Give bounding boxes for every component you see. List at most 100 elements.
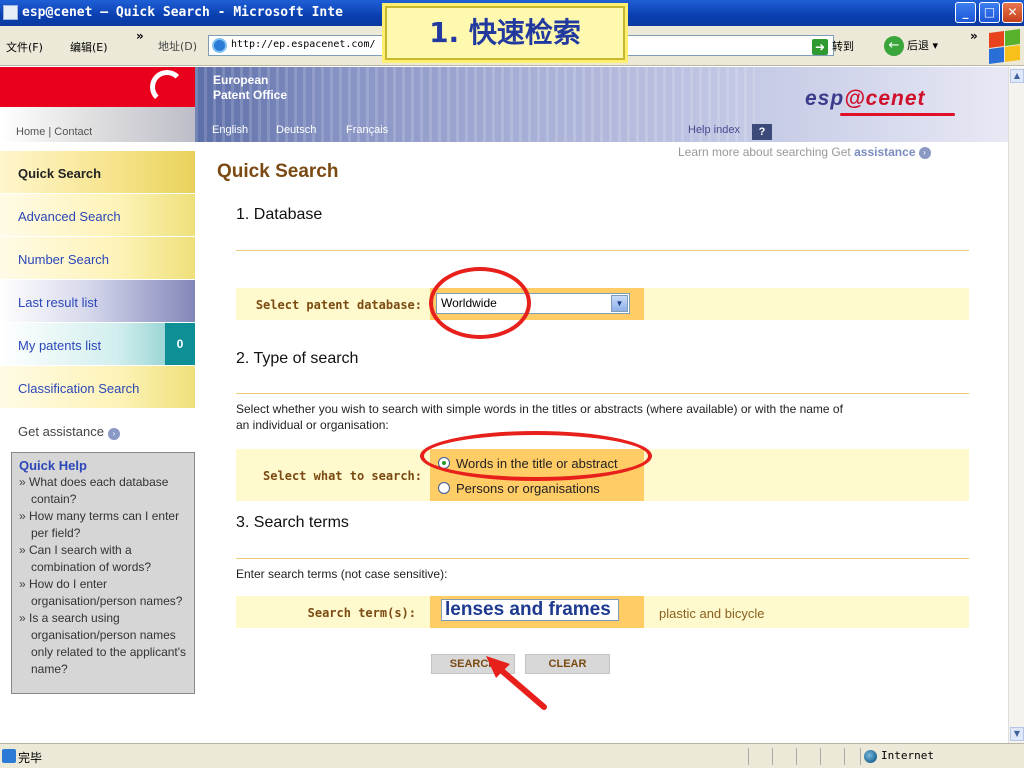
arrow-circle-icon: › [108,428,120,440]
learn-text: Learn more about searching Get [678,145,855,159]
section-divider [236,393,969,394]
address-label: 地址(D) [158,40,198,53]
minimize-button[interactable]: _ [955,2,976,23]
toolbar-overflow-chevron-icon[interactable]: » [970,29,978,43]
vertical-scrollbar[interactable]: ▲ ▼ [1008,67,1024,743]
status-separator [748,748,749,765]
close-button[interactable]: ✕ [1002,2,1023,23]
sidebar-item-quick-search[interactable]: Quick Search [0,151,195,194]
help-question-icon[interactable]: ? [752,124,772,140]
slide-step-label: 1. 快速检索 [385,6,625,60]
back-button[interactable]: ← 后退 ▾ [884,36,938,56]
database-field-cell: Worldwide ▼ [430,288,644,320]
quick-help-link[interactable]: Can I search with a combination of words… [19,542,194,576]
address-url: http://ep.espacenet.com/ [231,39,376,50]
brand-underline [840,113,955,116]
status-separator [844,748,845,765]
quick-help-panel: Quick Help What does each database conta… [11,452,195,694]
status-separator [820,748,821,765]
annotation-arrow-icon [486,656,547,710]
epo-org-name: European Patent Office [213,73,287,103]
search-type-field-cell: Words in the title or abstract Persons o… [430,449,644,501]
section-database-heading: 1. Database [236,206,323,223]
sidebar-item-label: Number Search [18,252,110,267]
radio-words-title-abstract[interactable]: Words in the title or abstract [438,456,618,471]
learn-more-link[interactable]: Learn more about searching Get assistanc… [678,145,931,159]
epo-logo-icon [150,70,184,104]
status-separator [796,748,797,765]
page-ie-icon [212,38,227,53]
search-terms-label: Search term(s): [307,606,416,620]
web-page: European Patent Office Home | Contact En… [0,67,1008,743]
radio-selected-icon [438,457,450,469]
scroll-up-icon[interactable]: ▲ [1010,69,1024,83]
learn-assistance: assistance [854,145,916,159]
sidebar-nav: Quick Search Advanced Search Number Sear… [0,151,195,452]
terms-instructions: Enter search terms (not case sensitive): [236,567,448,581]
status-separator [772,748,773,765]
sidebar-item-number-search[interactable]: Number Search [0,237,195,280]
back-label: 后退 [907,39,929,52]
sidebar-item-advanced-search[interactable]: Advanced Search [0,194,195,237]
arrow-circle-icon: › [918,146,931,159]
page-title: Quick Search [217,161,339,182]
quick-help-link[interactable]: How many terms can I enter per field? [19,508,194,542]
status-bar: 完毕 Internet [0,743,1024,768]
go-arrow-icon: ➜ [812,39,828,55]
sidebar-item-label: Last result list [18,295,98,310]
search-type-row: Select what to search: Words in the titl… [236,449,969,501]
menu-file[interactable]: 文件(F) [6,39,43,55]
chevron-down-icon: ▼ [611,295,628,312]
sidebar-item-last-result-list[interactable]: Last result list [0,280,195,323]
brand-part-a: esp [805,87,845,110]
lang-francais[interactable]: Français [346,124,388,136]
quick-help-title: Quick Help [19,458,87,473]
radio-persons-organisations[interactable]: Persons or organisations [438,481,600,496]
go-label: 转到 [832,40,854,53]
sidebar-item-classification-search[interactable]: Classification Search [0,366,195,409]
back-arrow-icon: ← [884,36,904,56]
ie-app-icon [3,5,18,20]
database-selected-value: Worldwide [441,296,497,310]
home-contact-links[interactable]: Home | Contact [16,126,92,138]
radio-unselected-icon [438,482,450,494]
section-divider [236,250,969,251]
database-row: Select patent database: Worldwide ▼ [236,288,969,320]
type-instructions: Select whether you wish to search with s… [236,402,843,432]
scroll-down-icon[interactable]: ▼ [1010,727,1024,741]
search-terms-row: Search term(s): lenses and frames plasti… [236,596,969,628]
quick-help-link[interactable]: What does each database contain? [19,474,194,508]
database-select[interactable]: Worldwide ▼ [436,293,630,314]
lang-deutsch[interactable]: Deutsch [276,124,316,136]
sidebar-item-get-assistance[interactable]: Get assistance › [0,409,195,452]
brand-at: @ [844,87,866,110]
sidebar-item-my-patents-list[interactable]: My patents list 0 [0,323,195,366]
go-button[interactable]: ➜ 转到 [812,38,854,55]
window-title: esp@cenet — Quick Search - Microsoft Int… [22,5,343,20]
windows-logo-icon [986,28,1022,65]
quick-help-link[interactable]: How do I enter organisation/person names… [19,576,194,610]
search-type-label: Select what to search: [263,469,422,483]
lang-english[interactable]: English [212,124,248,136]
database-label: Select patent database: [255,298,422,312]
maximize-button[interactable]: □ [979,2,1000,23]
page-done-icon [2,749,16,763]
help-index-link[interactable]: Help index [688,124,740,136]
org-line1: European [213,73,269,87]
epo-logo-bar [0,67,195,107]
sidebar-item-label: My patents list [18,338,102,353]
menu-overflow-chevron-icon[interactable]: » [136,29,144,43]
quick-help-link[interactable]: Is a search using organisation/person na… [19,610,194,678]
status-text: 完毕 [18,751,43,765]
patents-count-badge: 0 [165,323,195,365]
sidebar-item-label: Quick Search [18,166,102,181]
section-type-heading: 2. Type of search [236,350,359,367]
search-terms-input[interactable]: lenses and frames [441,599,619,621]
espacenet-logo: esp@cenet [805,87,926,111]
sidebar-item-label: Classification Search [18,381,140,396]
search-terms-example: plastic and bicycle [659,606,765,621]
epo-header: European Patent Office Home | Contact En… [0,67,1008,142]
menu-edit[interactable]: 编辑(E) [70,39,108,55]
globe-icon [864,750,877,763]
security-zone: Internet [860,748,1020,765]
